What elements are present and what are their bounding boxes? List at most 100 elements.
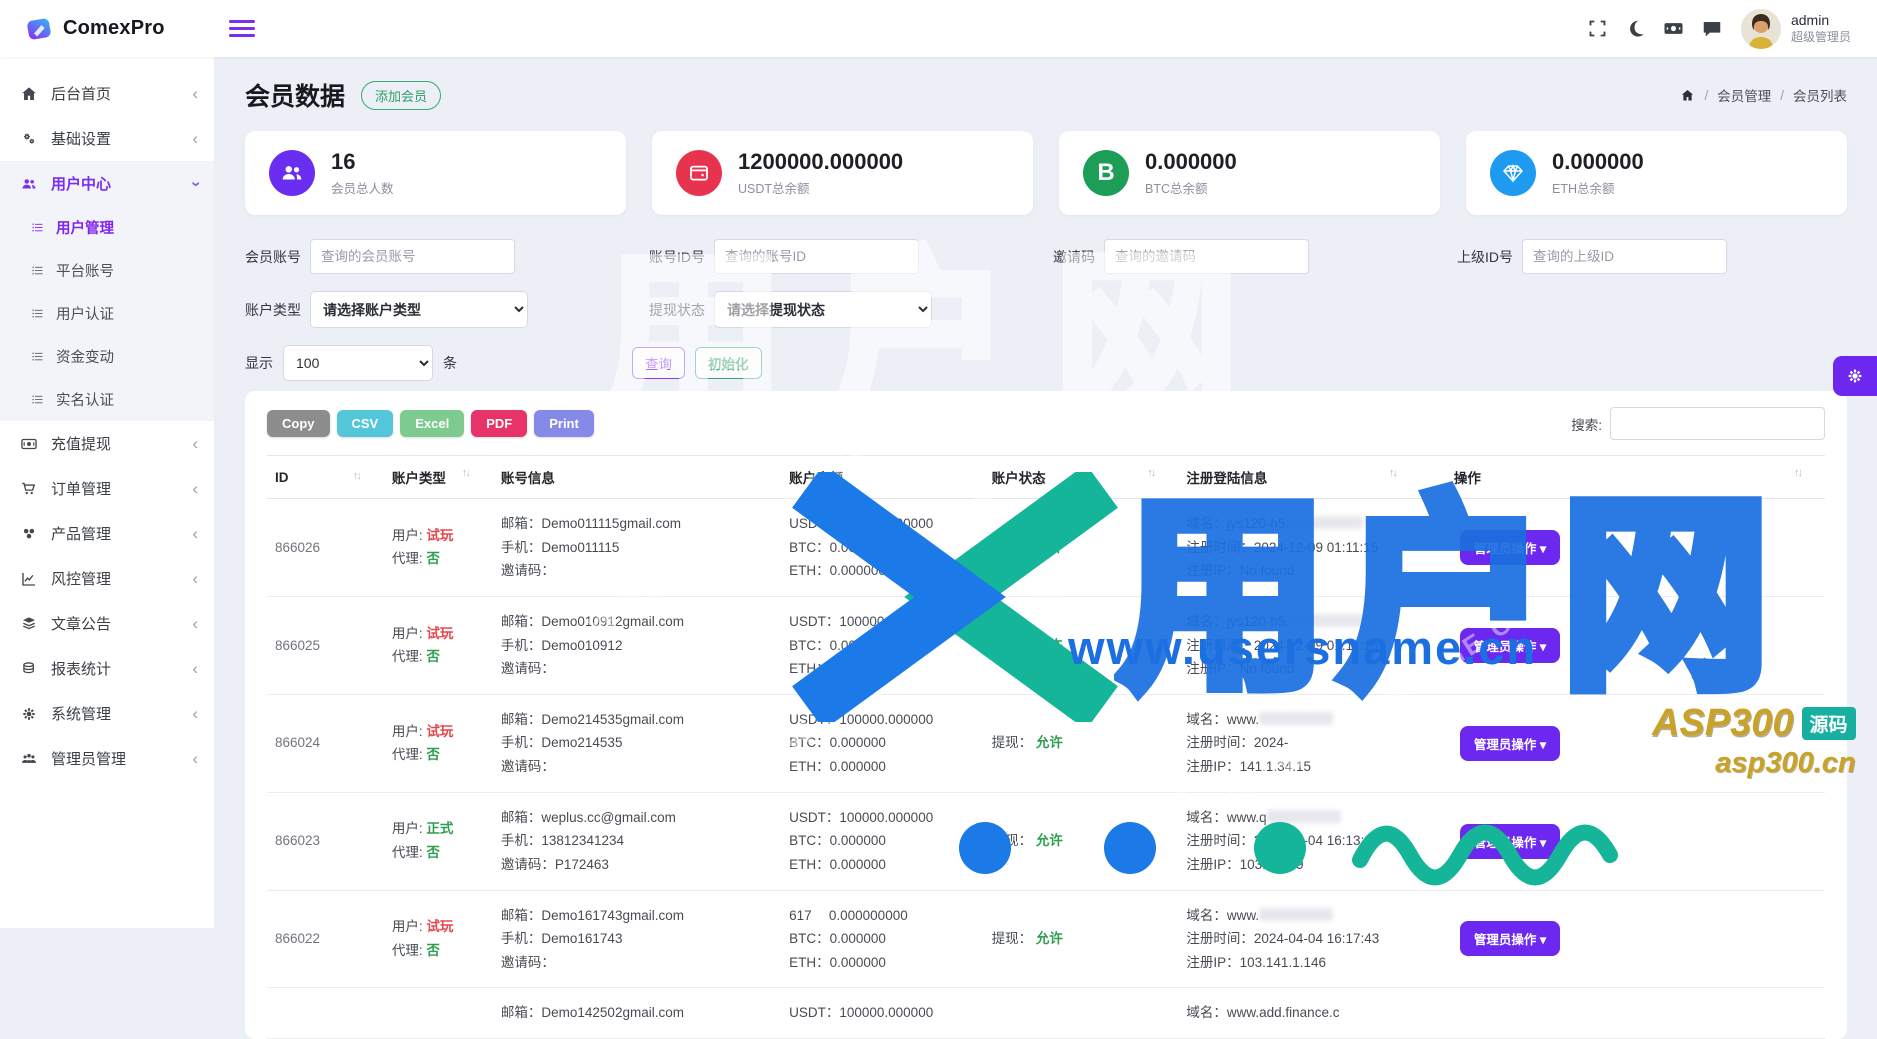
member-balance: 617 0.000000000BTC：0.000000ETH：0.000000 bbox=[781, 890, 984, 988]
sidebar-item-9[interactable]: 系统管理‹ bbox=[0, 691, 214, 736]
page-size-select[interactable]: 100 bbox=[283, 345, 433, 381]
column-header-2: 账号信息 bbox=[493, 456, 781, 499]
sidebar-item-1[interactable]: 基础设置 ‹ bbox=[0, 116, 214, 161]
admin-action-button[interactable]: 管理员操作 ▾ bbox=[1460, 726, 1560, 761]
avatar[interactable] bbox=[1741, 9, 1781, 49]
export-csv-button[interactable]: CSV bbox=[337, 410, 394, 437]
sidebar-item-4[interactable]: 订单管理‹ bbox=[0, 466, 214, 511]
sidebar-item-label: 基础设置 bbox=[51, 128, 111, 149]
member-type: 用户: 试玩代理: 否 bbox=[384, 694, 493, 792]
sidebar-item-6[interactable]: 风控管理‹ bbox=[0, 556, 214, 601]
page-title: 会员数据 bbox=[245, 77, 345, 113]
member-register-info: 域名：www.注册时间：2024-注册IP：141.1.34.15 bbox=[1178, 694, 1419, 792]
cubes-icon bbox=[20, 525, 38, 543]
users-icon bbox=[279, 160, 305, 186]
main-content: 会员数据 添加会员 /会员管理/会员列表 16会员总人数1200000.0000… bbox=[215, 57, 1877, 928]
filter-input-0[interactable] bbox=[310, 239, 515, 274]
home-icon bbox=[20, 85, 38, 103]
sidebar-item-3[interactable]: 充值提现‹ bbox=[0, 421, 214, 466]
query-button[interactable]: 查询 bbox=[632, 347, 685, 379]
sidebar-item-8[interactable]: 报表统计 ‹ bbox=[0, 646, 214, 691]
member-balance: USDT：100000.000000BTC：0.000000ETH：0.0000… bbox=[781, 694, 984, 792]
sidebar-subitem-label: 资金变动 bbox=[56, 346, 114, 367]
chevron-left-icon: ‹ bbox=[192, 129, 198, 149]
member-status: 提现： 允许 bbox=[984, 792, 1179, 890]
sidebar-item-5[interactable]: 产品管理‹ bbox=[0, 511, 214, 556]
add-member-button[interactable]: 添加会员 bbox=[361, 81, 441, 110]
reset-button[interactable]: 初始化 bbox=[695, 347, 762, 379]
sidebar-subitem-2[interactable]: 用户认证 bbox=[0, 292, 214, 335]
export-print-button[interactable]: Print bbox=[534, 410, 594, 437]
sidebar-subitem-1[interactable]: 平台账号 bbox=[0, 249, 214, 292]
export-excel-button[interactable]: Excel bbox=[400, 410, 464, 437]
filter-select-0[interactable]: 请选择账户类型 bbox=[310, 291, 528, 328]
sidebar: 后台首页‹ 基础设置 ‹ 用户中心‹ 用户管理平台账号用户认证资金变动实名认证充值提现‹… bbox=[0, 57, 215, 928]
table-row: 866023用户: 正式代理: 否邮箱：weplus.cc@gmail.com手… bbox=[267, 792, 1825, 890]
filter-input-1[interactable] bbox=[714, 239, 919, 274]
member-register-info: 域名：jys120-h5.注册时间：2024-12-09 01:11:15注册I… bbox=[1178, 499, 1419, 597]
sidebar-item-7[interactable]: 文章公告 ‹ bbox=[0, 601, 214, 646]
export-copy-button[interactable]: Copy bbox=[267, 410, 330, 437]
column-header-5[interactable]: 注册登陆信息↑↓ bbox=[1178, 456, 1419, 499]
chevron-left-icon: ‹ bbox=[192, 659, 198, 679]
fullscreen-icon[interactable] bbox=[1579, 10, 1617, 48]
column-header-4[interactable]: 账户状态↑↓ bbox=[984, 456, 1179, 499]
stat-card-2: B0.000000BTC总余额 bbox=[1059, 131, 1440, 215]
admin-action-button[interactable]: 管理员操作 ▾ bbox=[1460, 921, 1560, 956]
member-table: ID↑↓账户类型↑↓账号信息账户余额账户状态↑↓注册登陆信息↑↓操作↑↓ 866… bbox=[267, 455, 1825, 1039]
member-info: 邮箱：Demo010912gmail.com手机：Demo010912邀请码： bbox=[493, 596, 781, 694]
redacted-text bbox=[1289, 516, 1363, 529]
member-action bbox=[1420, 988, 1825, 1039]
filter-field-0: 会员账号 bbox=[245, 239, 635, 274]
filter-input-2[interactable] bbox=[1104, 239, 1309, 274]
member-type: 用户: 试玩代理: 否 bbox=[384, 890, 493, 988]
member-action: 管理员操作 ▾ bbox=[1420, 890, 1825, 988]
filter-field-2: 邀请码 bbox=[1053, 239, 1443, 274]
filter-input-3[interactable] bbox=[1522, 239, 1727, 274]
column-header-0[interactable]: ID↑↓ bbox=[267, 456, 384, 499]
sidebar-item-2[interactable]: 用户中心‹ bbox=[0, 161, 214, 206]
admin-user-menu[interactable]: admin 超级管理员 bbox=[1791, 12, 1851, 45]
chart-icon bbox=[20, 570, 38, 588]
sidebar-subitem-3[interactable]: 资金变动 bbox=[0, 335, 214, 378]
sidebar-subitem-0[interactable]: 用户管理 bbox=[0, 206, 214, 249]
breadcrumb-link[interactable]: 会员列表 bbox=[1793, 85, 1847, 105]
member-status bbox=[984, 988, 1179, 1039]
dark-mode-moon-icon[interactable] bbox=[1617, 10, 1655, 48]
table-row: 866024用户: 试玩代理: 否邮箱：Demo214535gmail.com手… bbox=[267, 694, 1825, 792]
list-icon bbox=[30, 349, 45, 364]
sidebar-subitem-4[interactable]: 实名认证 bbox=[0, 378, 214, 421]
sidebar-item-label: 文章公告 bbox=[51, 613, 111, 634]
sidebar-item-label: 报表统计 bbox=[51, 658, 111, 679]
export-pdf-button[interactable]: PDF bbox=[471, 410, 527, 437]
admin-action-button[interactable]: 管理员操作 ▾ bbox=[1460, 628, 1560, 663]
breadcrumb-link[interactable]: 会员管理 bbox=[1717, 85, 1771, 105]
column-header-6[interactable]: 操作↑↓ bbox=[1420, 456, 1825, 499]
admin-action-button[interactable]: 管理员操作 ▾ bbox=[1460, 824, 1560, 859]
filter-select-1[interactable]: 请选择提现状态 bbox=[714, 291, 932, 328]
sidebar-item-10[interactable]: 管理员管理‹ bbox=[0, 736, 214, 781]
stat-value: 0.000000 bbox=[1552, 149, 1644, 175]
sidebar-subitem-label: 用户管理 bbox=[56, 217, 114, 238]
member-action: 管理员操作 ▾ bbox=[1420, 694, 1825, 792]
member-status: 提现： 允许 bbox=[984, 694, 1179, 792]
hamburger-menu-icon[interactable] bbox=[229, 16, 255, 41]
member-balance: USDT：100000.000000BTC：0.000000ETH：0.0000… bbox=[781, 792, 984, 890]
cash-icon[interactable] bbox=[1655, 10, 1693, 48]
member-action: 管理员操作 ▾ bbox=[1420, 596, 1825, 694]
filter-field-1: 账号ID号 bbox=[649, 239, 1039, 274]
home-icon bbox=[1680, 88, 1695, 103]
member-info: 邮箱：Demo142502gmail.com bbox=[493, 988, 781, 1039]
member-info: 邮箱：Demo214535gmail.com手机：Demo214535邀请码： bbox=[493, 694, 781, 792]
admin-action-button[interactable]: 管理员操作 ▾ bbox=[1460, 530, 1560, 565]
settings-gear-button[interactable] bbox=[1833, 356, 1877, 396]
member-status: 提现： 允许 bbox=[984, 596, 1179, 694]
filter-label: 会员账号 bbox=[245, 247, 301, 267]
chat-icon[interactable] bbox=[1693, 10, 1731, 48]
stat-label: ETH总余额 bbox=[1552, 178, 1644, 197]
sidebar-item-0[interactable]: 后台首页‹ bbox=[0, 71, 214, 116]
table-search-input[interactable] bbox=[1610, 407, 1825, 440]
stat-label: USDT总余额 bbox=[738, 178, 903, 197]
chevron-left-icon: ‹ bbox=[192, 614, 198, 634]
column-header-1[interactable]: 账户类型↑↓ bbox=[384, 456, 493, 499]
